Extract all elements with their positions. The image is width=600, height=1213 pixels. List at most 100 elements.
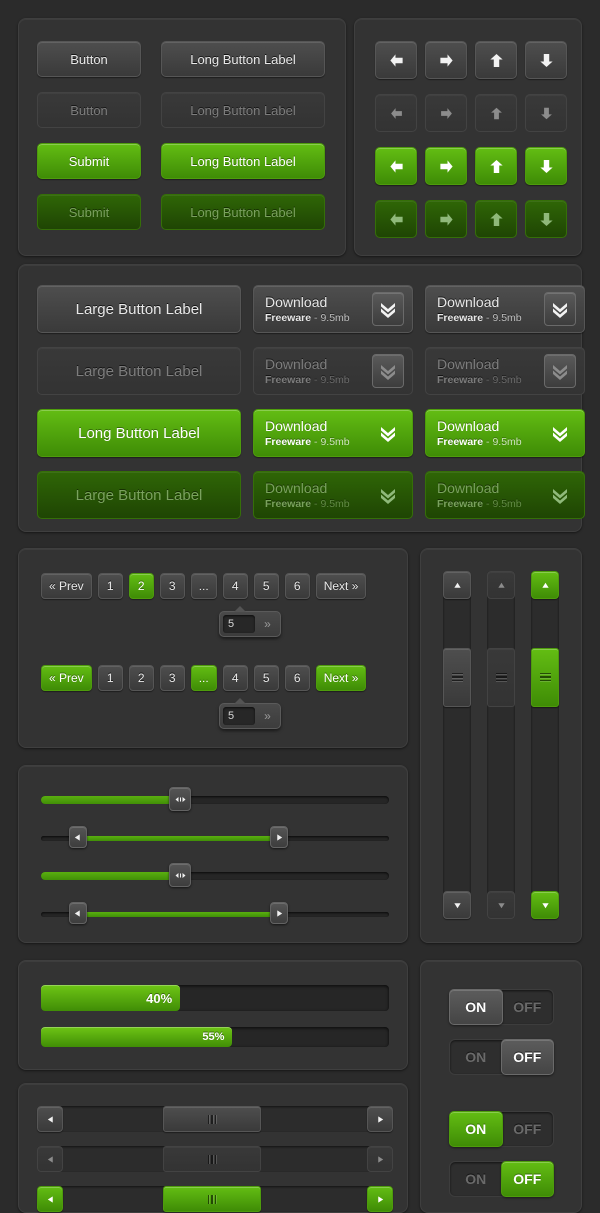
arrow-button-down-green[interactable] bbox=[525, 147, 567, 185]
horizontal-scrollbar-green[interactable] bbox=[37, 1186, 393, 1212]
pagination-next-button[interactable]: Next » bbox=[315, 573, 367, 599]
pagination-page-button-5[interactable]: 5 bbox=[253, 573, 279, 599]
arrow-button-up-green[interactable] bbox=[475, 147, 517, 185]
pagination-page-button-2[interactable]: 2 bbox=[128, 665, 154, 691]
vertical-scrollbar-green[interactable] bbox=[531, 571, 559, 919]
arrow-button-left-green[interactable] bbox=[375, 147, 417, 185]
download-button-green-2[interactable]: Download Freeware - 9.5mb bbox=[425, 409, 585, 457]
double-chevron-down-icon[interactable] bbox=[544, 292, 576, 326]
double-chevron-down-icon[interactable] bbox=[372, 354, 404, 388]
scroll-right-button[interactable] bbox=[367, 1186, 393, 1212]
large-button-disabled[interactable]: Large Button Label bbox=[37, 347, 241, 395]
scroll-down-button[interactable] bbox=[531, 891, 559, 919]
toggle-switch-1[interactable]: ON OFF bbox=[449, 989, 554, 1025]
pagination-next-button[interactable]: Next » bbox=[315, 665, 367, 691]
arrow-button-up-disabled[interactable] bbox=[475, 94, 517, 132]
toggle-switch-3[interactable]: ON OFF bbox=[449, 1111, 554, 1147]
pagination-ellipsis-button[interactable]: ... bbox=[190, 665, 217, 691]
double-chevron-down-icon[interactable] bbox=[544, 478, 576, 512]
arrow-button-right-normal[interactable] bbox=[425, 41, 467, 79]
slider-handle-left[interactable] bbox=[68, 826, 87, 848]
scroll-up-button[interactable] bbox=[531, 571, 559, 599]
arrow-button-up-green-disabled[interactable] bbox=[475, 200, 517, 238]
scroll-track[interactable] bbox=[63, 1106, 367, 1132]
scroll-thumb[interactable] bbox=[531, 647, 559, 707]
pagination-prev-button[interactable]: « Prev bbox=[41, 573, 92, 599]
arrow-button-left-disabled[interactable] bbox=[375, 94, 417, 132]
pagination-page-button-4[interactable]: 4 bbox=[222, 573, 248, 599]
arrow-button-right-green[interactable] bbox=[425, 147, 467, 185]
download-button-normal-2[interactable]: Download Freeware - 9.5mb bbox=[425, 285, 585, 333]
pagination-page-button-1[interactable]: 1 bbox=[97, 665, 123, 691]
download-button-disabled-1[interactable]: Download Freeware - 9.5mb bbox=[253, 347, 413, 395]
double-chevron-down-icon[interactable] bbox=[372, 478, 404, 512]
page-jump-input[interactable]: 5 bbox=[223, 615, 255, 633]
pagination-popover-gray[interactable]: 5 » bbox=[219, 606, 281, 637]
scroll-up-button[interactable] bbox=[443, 571, 471, 599]
scroll-left-button[interactable] bbox=[37, 1146, 63, 1172]
page-jump-go-button[interactable]: » bbox=[255, 617, 280, 631]
pagination-ellipsis-button[interactable]: ... bbox=[190, 573, 217, 599]
scroll-thumb[interactable] bbox=[443, 647, 471, 707]
scroll-left-button[interactable] bbox=[37, 1106, 63, 1132]
button-disabled-small[interactable]: Button bbox=[37, 92, 141, 128]
pagination-page-button-6[interactable]: 6 bbox=[284, 665, 310, 691]
double-chevron-down-icon[interactable] bbox=[544, 354, 576, 388]
download-button-disabled-2[interactable]: Download Freeware - 9.5mb bbox=[425, 347, 585, 395]
arrow-button-left-green-disabled[interactable] bbox=[375, 200, 417, 238]
slider-3[interactable] bbox=[41, 863, 389, 887]
button-normal-long[interactable]: Long Button Label bbox=[161, 41, 325, 77]
pagination-page-button-2[interactable]: 2 bbox=[128, 573, 154, 599]
large-button-green-disabled[interactable]: Large Button Label bbox=[37, 471, 241, 519]
slider-handle-right[interactable] bbox=[270, 902, 289, 924]
pagination-page-button-3[interactable]: 3 bbox=[159, 573, 185, 599]
download-button-green-disabled-2[interactable]: Download Freeware - 9.5mb bbox=[425, 471, 585, 519]
scroll-track[interactable] bbox=[63, 1186, 367, 1212]
arrow-button-down-normal[interactable] bbox=[525, 41, 567, 79]
scroll-up-button[interactable] bbox=[487, 571, 515, 599]
button-normal-small[interactable]: Button bbox=[37, 41, 141, 77]
scroll-thumb[interactable] bbox=[163, 1106, 261, 1132]
download-button-green-disabled-1[interactable]: Download Freeware - 9.5mb bbox=[253, 471, 413, 519]
slider-2[interactable] bbox=[41, 826, 389, 848]
pagination-page-button-3[interactable]: 3 bbox=[159, 665, 185, 691]
arrow-button-left-normal[interactable] bbox=[375, 41, 417, 79]
large-button-normal[interactable]: Large Button Label bbox=[37, 285, 241, 333]
pagination-page-button-6[interactable]: 6 bbox=[284, 573, 310, 599]
toggle-on-option[interactable]: ON bbox=[449, 989, 503, 1025]
toggle-off-option[interactable]: OFF bbox=[502, 1112, 554, 1146]
pagination-page-button-4[interactable]: 4 bbox=[222, 665, 248, 691]
slider-handle[interactable] bbox=[169, 863, 192, 887]
toggle-switch-2[interactable]: ON OFF bbox=[449, 1039, 554, 1075]
slider-1[interactable] bbox=[41, 787, 389, 811]
large-button-green[interactable]: Long Button Label bbox=[37, 409, 241, 457]
slider-4[interactable] bbox=[41, 902, 389, 924]
toggle-off-option[interactable]: OFF bbox=[502, 990, 554, 1024]
arrow-button-right-disabled[interactable] bbox=[425, 94, 467, 132]
toggle-switch-4[interactable]: ON OFF bbox=[449, 1161, 554, 1197]
toggle-off-option[interactable]: OFF bbox=[500, 1161, 554, 1197]
pagination-page-button-1[interactable]: 1 bbox=[97, 573, 123, 599]
scroll-thumb[interactable] bbox=[163, 1146, 261, 1172]
pagination-popover-green[interactable]: 5 » bbox=[219, 698, 281, 729]
horizontal-scrollbar-normal[interactable] bbox=[37, 1106, 393, 1132]
pagination-prev-button[interactable]: « Prev bbox=[41, 665, 92, 691]
arrow-button-right-green-disabled[interactable] bbox=[425, 200, 467, 238]
page-jump-go-button-green[interactable]: » bbox=[255, 709, 280, 723]
arrow-button-up-normal[interactable] bbox=[475, 41, 517, 79]
scroll-right-button[interactable] bbox=[367, 1146, 393, 1172]
scroll-thumb[interactable] bbox=[487, 647, 515, 707]
slider-handle[interactable] bbox=[169, 787, 192, 811]
scroll-left-button[interactable] bbox=[37, 1186, 63, 1212]
slider-handle-left[interactable] bbox=[68, 902, 87, 924]
vertical-scrollbar-disabled[interactable] bbox=[487, 571, 515, 919]
button-submit-disabled-small[interactable]: Submit bbox=[37, 194, 141, 230]
button-submit-small[interactable]: Submit bbox=[37, 143, 141, 179]
horizontal-scrollbar-disabled[interactable] bbox=[37, 1146, 393, 1172]
double-chevron-down-icon[interactable] bbox=[544, 416, 576, 450]
double-chevron-down-icon[interactable] bbox=[372, 292, 404, 326]
double-chevron-down-icon[interactable] bbox=[372, 416, 404, 450]
scroll-down-button[interactable] bbox=[443, 891, 471, 919]
scroll-track[interactable] bbox=[63, 1146, 367, 1172]
page-jump-input-green[interactable]: 5 bbox=[223, 707, 255, 725]
